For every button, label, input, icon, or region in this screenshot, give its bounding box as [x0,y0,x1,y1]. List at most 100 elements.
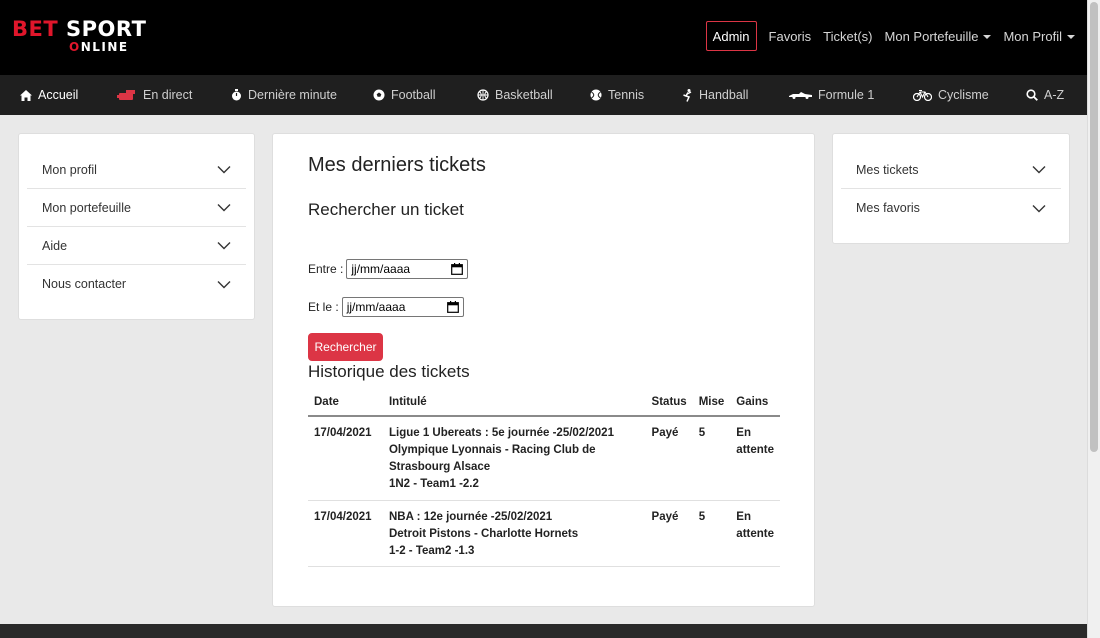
gains-line1: En [736,427,751,439]
menu-mes-tickets[interactable]: Mes tickets [841,151,1061,189]
cell-status: Payé [645,500,693,567]
table-row: 17/04/2021 NBA : 12e journée -25/02/2021… [308,500,780,567]
favoris-link[interactable]: Favoris [769,29,812,44]
admin-button[interactable]: Admin [705,21,757,51]
date-from-row: Entre : jj/mm/aaaa [308,259,469,279]
top-header: BET SPORT ONLINE Admin Favoris Ticket(s)… [0,0,1087,75]
cell-status: Payé [645,416,693,501]
cell-date: 17/04/2021 [308,416,383,501]
menu-nous-contacter[interactable]: Nous contacter [27,265,246,303]
right-sidebar: Mes tickets Mes favoris [832,133,1070,244]
nav-derniere-label: Dernière minute [248,88,337,102]
sports-nav: Accueil En direct Dernière minute Footba… [0,75,1087,115]
menu-mon-portefeuille[interactable]: Mon portefeuille [27,189,246,227]
chevron-down-icon [217,204,231,212]
bicycle-icon [913,89,932,101]
menu-label: Mon portefeuille [42,200,131,215]
col-mise: Mise [692,390,731,417]
portefeuille-dropdown[interactable]: Mon Portefeuille [885,29,992,44]
nav-formule1[interactable]: Formule 1 [789,75,874,115]
nav-football-label: Football [391,88,436,102]
date-from-label: Entre : [308,262,344,276]
search-section-title: Rechercher un ticket [308,200,464,219]
gains-line2: attente [736,444,774,456]
chevron-down-icon [1032,204,1046,212]
menu-label: Nous contacter [42,277,127,291]
nav-cyclisme-label: Cyclisme [938,88,989,102]
calendar-icon[interactable] [446,301,459,313]
date-from-input[interactable]: jj/mm/aaaa [346,259,469,279]
date-to-row: Et le : jj/mm/aaaa [308,297,464,317]
cell-mise: 5 [692,500,731,567]
chevron-down-icon [217,166,231,174]
date-to-label: Et le : [308,300,339,314]
nav-accueil[interactable]: Accueil [20,75,78,115]
col-status: Status [645,390,693,417]
profil-dropdown[interactable]: Mon Profil [1003,29,1075,44]
logo-bet: BET [12,17,59,41]
logo-online-o: O [69,40,81,54]
profil-label: Mon Profil [1003,28,1062,44]
caret-down-icon [983,35,992,40]
history-title: Historique des tickets [308,362,470,381]
nav-basketball[interactable]: Basketball [477,75,553,115]
gains-line2: attente [736,528,774,540]
cell-intitule: NBA : 12e journée -25/02/2021 Detroit Pi… [382,500,646,567]
nav-handball[interactable]: Handball [683,75,748,115]
brand-logo[interactable]: BET SPORT ONLINE [12,17,147,54]
basketball-icon [477,89,489,101]
tickets-table: Date Intitulé Status Mise Gains 17/04/20… [308,390,780,567]
main-content: Mes derniers tickets Rechercher un ticke… [272,133,815,607]
page-scrollbar[interactable] [1087,0,1100,638]
menu-mon-profil[interactable]: Mon profil [27,151,246,189]
gains-line1: En [736,511,751,523]
nav-basketball-label: Basketball [495,88,553,102]
nav-direct-label: En direct [143,88,193,102]
left-sidebar: Mon profil Mon portefeuille Aide Nous co… [18,133,255,320]
event-match: Detroit Pistons - Charlotte Hornets [388,528,579,540]
nav-derniere[interactable]: Dernière minute [231,75,337,115]
nav-football[interactable]: Football [373,75,435,115]
menu-label: Mes tickets [856,162,919,177]
menu-aide[interactable]: Aide [27,227,246,265]
scrollbar-thumb[interactable] [1090,2,1098,452]
date-from-placeholder: jj/mm/aaaa [351,262,411,276]
page-title: Mes derniers tickets [308,154,486,176]
cell-gains: En attente [730,500,780,567]
nav-handball-label: Handball [699,88,749,102]
nav-direct[interactable]: En direct [117,75,192,115]
cell-intitule: Ligue 1 Ubereats : 5e journée -25/02/202… [382,416,646,501]
nav-accueil-label: Accueil [38,88,79,102]
table-header-row: Date Intitulé Status Mise Gains [308,390,780,417]
date-to-input[interactable]: jj/mm/aaaa [341,297,464,317]
menu-label: Mes favoris [856,201,920,215]
calendar-icon[interactable] [451,263,464,275]
tennis-ball-icon [590,89,602,101]
col-gains: Gains [730,390,780,417]
search-button[interactable]: Rechercher [308,333,383,361]
event-match-cont: Strasbourg Alsace [388,461,491,473]
stopwatch-icon [231,89,242,101]
event-title: Ligue 1 Ubereats : 5e journée -25/02/202… [388,427,614,439]
handball-player-icon [683,88,693,102]
col-intitule: Intitulé [382,390,646,417]
menu-mes-favoris[interactable]: Mes favoris [841,189,1061,227]
nav-cyclisme[interactable]: Cyclisme [913,75,989,115]
nav-tennis[interactable]: Tennis [590,75,644,115]
cell-date: 17/04/2021 [308,500,383,567]
chevron-down-icon [1032,166,1046,174]
football-icon [373,89,385,101]
event-bet: 1N2 - Team1 -2.2 [388,478,479,490]
col-date: Date [308,390,383,417]
nav-formule1-label: Formule 1 [818,88,875,102]
portefeuille-label: Mon Portefeuille [884,28,979,44]
tickets-link[interactable]: Ticket(s) [823,29,872,44]
nav-az[interactable]: A-Z [1026,75,1064,115]
nav-tennis-label: Tennis [608,88,645,102]
top-nav: Admin Favoris Ticket(s) Mon Portefeuille… [705,21,1081,51]
logo-sport: SPORT [66,17,147,41]
event-bet: 1-2 - Team2 -1.3 [388,545,475,557]
cell-gains: En attente [730,416,780,501]
chevron-down-icon [217,242,231,250]
chevron-down-icon [217,280,231,288]
